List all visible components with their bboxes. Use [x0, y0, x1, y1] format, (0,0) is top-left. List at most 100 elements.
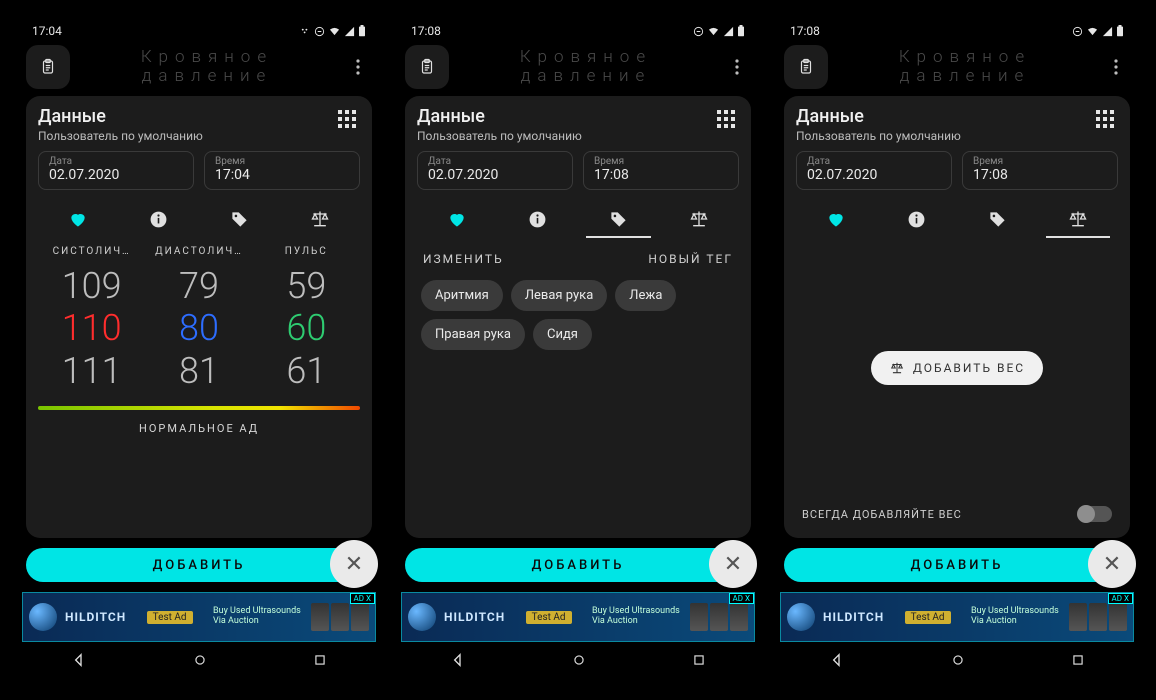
tag-chip[interactable]: Лежа — [615, 280, 676, 311]
grid-icon — [1096, 110, 1114, 128]
screen-1: 17:04 Кровяноедавление Данные Пользовате… — [18, 18, 380, 678]
add-button[interactable]: ДОБАВИТЬ — [405, 548, 751, 582]
grid-icon — [338, 110, 356, 128]
tab-heart[interactable] — [38, 202, 119, 236]
nav-back[interactable] — [71, 652, 87, 668]
tab-scale[interactable] — [659, 202, 740, 236]
always-add-weight-switch[interactable] — [1078, 506, 1112, 522]
titlebar: Кровяноедавление — [776, 44, 1138, 90]
time-field[interactable]: Время17:08 — [583, 151, 739, 190]
tab-info[interactable] — [877, 202, 958, 236]
screen-2: 17:08 Кровяноедавление ДанныеПользовател… — [397, 18, 759, 678]
section-tabs — [417, 202, 739, 236]
date-field[interactable]: Дата02.07.2020 — [417, 151, 573, 190]
add-button[interactable]: ДОБАВИТЬ — [784, 548, 1130, 582]
signal-icon — [1102, 26, 1113, 37]
ad-logo-icon — [408, 603, 436, 631]
info-icon — [149, 210, 168, 229]
tag-chip[interactable]: Сидя — [533, 319, 592, 350]
tab-tag[interactable] — [199, 202, 280, 236]
more-vert-icon — [1114, 59, 1118, 75]
nav-recent[interactable] — [692, 653, 706, 667]
nav-home[interactable] — [951, 653, 965, 667]
wifi-icon — [1086, 26, 1099, 37]
tab-tag[interactable] — [957, 202, 1038, 236]
nav-home[interactable] — [193, 653, 207, 667]
tab-tag[interactable] — [578, 202, 659, 236]
panel-subtitle: Пользователь по умолчанию — [38, 129, 203, 143]
wifi-icon — [328, 26, 341, 37]
date-field[interactable]: Дата02.07.2020 — [796, 151, 952, 190]
statusbar: 17:08 — [397, 18, 759, 44]
tag-chip[interactable]: Левая рука — [511, 280, 607, 311]
ad-logo-icon — [29, 603, 57, 631]
time-field[interactable]: Время 17:04 — [204, 151, 360, 190]
tab-scale[interactable] — [280, 202, 361, 236]
signal-icon — [344, 26, 355, 37]
clipboard-tab[interactable] — [784, 45, 828, 89]
col-systolic: СИСТОЛИЧ… — [38, 246, 145, 257]
add-weight-button[interactable]: ДОБАВИТЬ ВЕС — [871, 351, 1043, 385]
nav-home[interactable] — [572, 653, 586, 667]
panel-title: Данные — [796, 106, 961, 127]
osc-icon — [693, 26, 704, 37]
close-button[interactable]: ✕ — [330, 540, 378, 588]
grid-button[interactable] — [334, 106, 360, 132]
tag-chip[interactable]: Аритмия — [421, 280, 503, 311]
grid-button[interactable] — [1092, 106, 1118, 132]
add-button[interactable]: ДОБАВИТЬ — [26, 548, 372, 582]
tab-info[interactable] — [119, 202, 200, 236]
tab-scale[interactable] — [1038, 202, 1119, 236]
app-title: Кровяноедавление — [76, 48, 338, 86]
grid-button[interactable] — [713, 106, 739, 132]
new-tag-link[interactable]: НОВЫЙ ТЕГ — [648, 252, 733, 266]
tab-heart[interactable] — [796, 202, 877, 236]
data-panel: Данные Пользователь по умолчанию Дата 02… — [26, 96, 372, 538]
overflow-menu[interactable] — [1102, 59, 1130, 75]
scale-icon — [1067, 209, 1089, 229]
clipboard-tab[interactable] — [405, 45, 449, 89]
section-tabs — [796, 202, 1118, 236]
grid-icon — [717, 110, 735, 128]
no-sim-icon — [300, 26, 311, 37]
titlebar: Кровяноедавление — [397, 44, 759, 90]
scale-icon — [309, 209, 331, 229]
time-field[interactable]: Время17:08 — [962, 151, 1118, 190]
close-button[interactable]: ✕ — [709, 540, 757, 588]
data-panel: ДанныеПользователь по умолчанию Дата02.0… — [405, 96, 751, 538]
android-navbar — [397, 642, 759, 678]
battery-icon — [1116, 25, 1124, 37]
gauge-bar — [38, 406, 360, 410]
close-icon: ✕ — [1103, 552, 1121, 577]
tag-chip[interactable]: Правая рука — [421, 319, 525, 350]
app-title: Кровяноедавление — [455, 48, 717, 86]
nav-recent[interactable] — [313, 653, 327, 667]
scale-icon — [889, 361, 905, 375]
nav-back[interactable] — [450, 652, 466, 668]
clock: 17:08 — [790, 24, 820, 38]
clipboard-tab[interactable] — [26, 45, 70, 89]
ad-banner[interactable]: HILDITCH Test Ad Buy Used Ultrasounds Vi… — [22, 592, 376, 642]
picker-values[interactable]: 109 110 111 79 80 81 59 60 61 — [38, 265, 360, 392]
close-button[interactable]: ✕ — [1088, 540, 1136, 588]
date-field[interactable]: Дата 02.07.2020 — [38, 151, 194, 190]
overflow-menu[interactable] — [723, 59, 751, 75]
nav-recent[interactable] — [1071, 653, 1085, 667]
more-vert-icon — [735, 59, 739, 75]
tag-chips: Аритмия Левая рука Лежа Правая рука Сидя — [421, 280, 735, 350]
panel-title: Данные — [38, 106, 203, 127]
tag-icon — [609, 210, 628, 229]
more-vert-icon — [356, 59, 360, 75]
always-add-weight-label: ВСЕГДА ДОБАВЛЯЙТЕ ВЕС — [802, 508, 962, 521]
ad-banner[interactable]: HILDITCH Test Ad Buy Used Ultrasounds Vi… — [780, 592, 1134, 642]
tab-heart[interactable] — [417, 202, 498, 236]
nav-back[interactable] — [829, 652, 845, 668]
clipboard-icon — [797, 58, 815, 76]
battery-icon — [358, 25, 366, 37]
ad-banner[interactable]: HILDITCH Test Ad Buy Used Ultrasounds Vi… — [401, 592, 755, 642]
edit-tags-link[interactable]: ИЗМЕНИТЬ — [423, 252, 504, 266]
close-icon: ✕ — [345, 552, 363, 577]
overflow-menu[interactable] — [344, 59, 372, 75]
tab-info[interactable] — [498, 202, 579, 236]
section-tabs — [38, 202, 360, 236]
